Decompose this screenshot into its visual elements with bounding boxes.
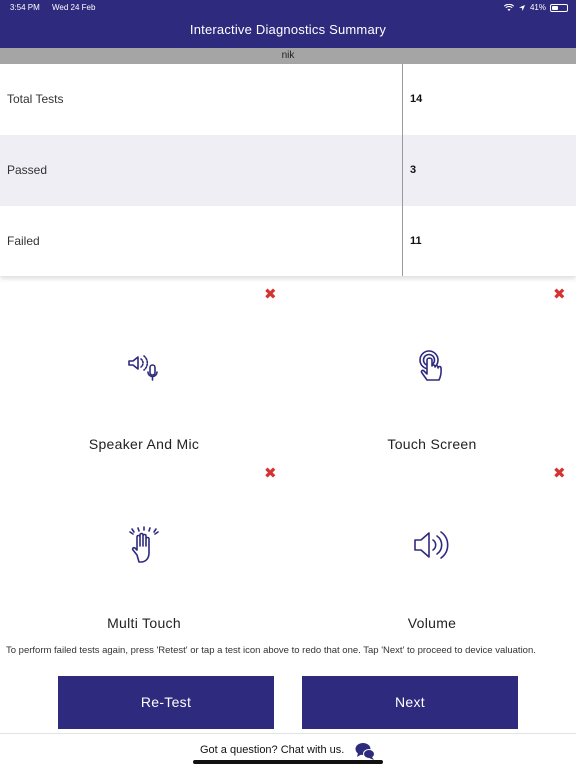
summary-row-failed: Failed 11	[0, 206, 576, 277]
summary-label: Passed	[7, 163, 48, 177]
fail-mark-icon: ✖	[553, 286, 566, 303]
location-icon	[518, 4, 525, 11]
user-name-bar: nik	[0, 48, 576, 64]
header-bar: 3:54 PM Wed 24 Feb 41% Interactive Diagn…	[0, 0, 576, 48]
chat-footer[interactable]: Got a question? Chat with us.	[0, 733, 576, 768]
status-date: Wed 24 Feb	[52, 3, 96, 12]
volume-icon	[414, 531, 449, 559]
speaker-mic-icon	[128, 355, 158, 381]
test-tile-speaker-mic[interactable]: ✖ Speaker And Mic	[0, 280, 288, 460]
fail-mark-icon: ✖	[264, 465, 277, 482]
summary-value: 14	[410, 93, 423, 105]
summary-value: 11	[410, 235, 422, 247]
instructions-text: To perform failed tests again, press 'Re…	[6, 645, 536, 656]
page-title: Interactive Diagnostics Summary	[189, 22, 387, 37]
battery-percentage: 41%	[529, 3, 546, 12]
summary-row-total: Total Tests 14	[0, 64, 576, 135]
test-label: Touch Screen	[387, 436, 477, 452]
test-tile-touch-screen[interactable]: ✖ Touch Screen	[288, 280, 576, 460]
status-bar: 3:54 PM Wed 24 Feb 41%	[0, 0, 576, 16]
wifi-icon	[503, 3, 514, 11]
touch-screen-icon	[419, 350, 442, 381]
next-button[interactable]: Next	[302, 676, 518, 729]
summary-label: Failed	[7, 234, 40, 248]
fail-mark-icon: ✖	[264, 286, 277, 303]
summary-label: Total Tests	[7, 92, 64, 106]
battery-icon	[550, 3, 568, 12]
status-indicators: 41%	[503, 3, 568, 12]
test-label: Speaker And Mic	[88, 436, 200, 452]
summary-value: 3	[410, 164, 417, 176]
status-time: 3:54 PM	[10, 3, 40, 12]
home-indicator	[193, 760, 383, 764]
test-label: Multi Touch	[107, 615, 181, 631]
summary-row-passed: Passed 3	[0, 135, 576, 206]
chat-bubble-icon	[355, 743, 375, 760]
chat-prompt: Got a question? Chat with us.	[200, 744, 345, 756]
summary-divider	[402, 64, 403, 276]
multi-touch-icon	[129, 526, 159, 563]
retest-button[interactable]: Re-Test	[58, 676, 274, 729]
test-tile-multi-touch[interactable]: ✖ Multi Touch	[0, 459, 288, 639]
test-tile-volume[interactable]: ✖ Volume	[288, 459, 576, 639]
summary-table: Total Tests 14 Passed 3 Failed 11	[0, 64, 576, 276]
fail-mark-icon: ✖	[553, 465, 566, 482]
test-label: Volume	[407, 615, 457, 631]
